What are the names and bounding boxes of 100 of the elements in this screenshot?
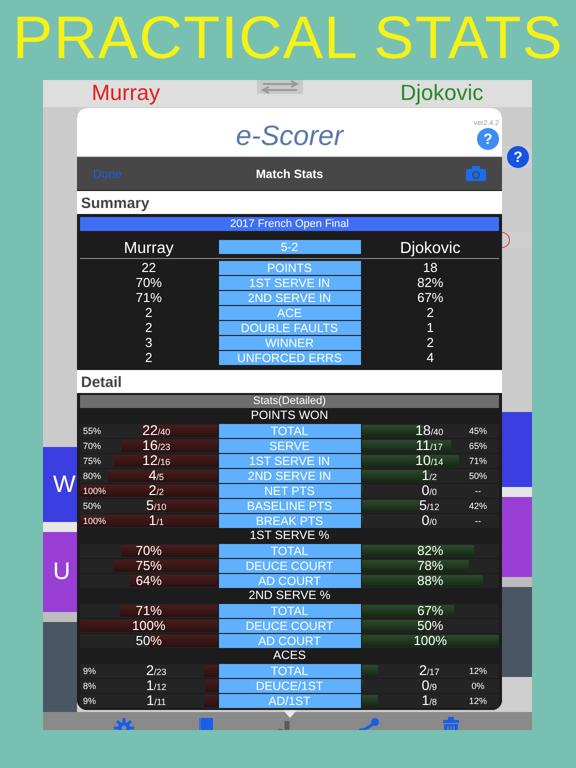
percent-text: 8% — [82, 680, 98, 690]
percent-text: 100% — [82, 516, 108, 526]
group-title: 2ND SERVE % — [248, 588, 332, 603]
stat-value: 67% — [416, 290, 444, 305]
stat-label: AD COURT — [218, 634, 360, 648]
stat-label: DEUCE COURT — [218, 558, 360, 572]
score-fraction: 0/0 — [420, 512, 438, 530]
percent-value: 50% — [134, 633, 163, 648]
stat-label: TOTAL — [218, 424, 360, 438]
camera-icon[interactable] — [466, 166, 486, 181]
popover-pointer — [283, 710, 297, 718]
player-name: Djokovic — [399, 240, 462, 258]
player-name: Murray — [122, 240, 175, 258]
percent-value: 82% — [416, 543, 444, 558]
headline: PRACTICAL STATS — [12, 3, 564, 73]
group-title: 1ST SERVE % — [248, 528, 330, 543]
percent-text: 45% — [468, 426, 488, 436]
score-fraction: 10/14 — [414, 452, 444, 470]
stat-label: TOTAL — [218, 604, 360, 618]
score-fraction: 16/23 — [141, 436, 172, 454]
score-fraction: 2/17 — [418, 662, 440, 680]
stat-value: 18 — [422, 260, 438, 275]
group-title: POINTS WON — [250, 408, 330, 423]
player-name: Djokovic — [400, 80, 484, 106]
done-button[interactable]: Done — [93, 166, 153, 180]
stat-label: 1ST SERVE IN — [218, 454, 360, 468]
section-header: Detail — [77, 370, 502, 393]
percent-value: 88% — [416, 573, 444, 588]
stat-label: TOTAL — [218, 664, 360, 678]
score-fraction: 2/23 — [145, 662, 168, 680]
percent-value: 100% — [131, 618, 166, 633]
percent-text: 9% — [82, 696, 98, 706]
score-fraction: 5/12 — [418, 496, 440, 514]
percent-value: 64% — [134, 573, 163, 588]
stat-value: 4 — [426, 350, 435, 365]
score-fraction: 4/5 — [148, 466, 165, 484]
percent-value: 67% — [416, 603, 444, 618]
stat-label: BASELINE PTS — [218, 498, 360, 512]
section-header: Summary — [77, 191, 502, 214]
score-fraction: 1/8 — [420, 692, 438, 710]
stat-label: UNFORCED ERRS — [218, 350, 360, 364]
score-fraction: 0/0 — [420, 482, 438, 500]
stat-value: 2 — [144, 350, 154, 365]
band-letter: U — [53, 558, 70, 586]
side-panel — [43, 522, 77, 532]
table-banner: Stats(Detailed) — [80, 395, 499, 408]
percent-text: -- — [474, 486, 482, 496]
score-fraction: 1/11 — [145, 692, 168, 710]
stat-label: POINTS — [218, 260, 360, 274]
percent-text: 9% — [82, 666, 98, 676]
stat-value: 82% — [416, 275, 444, 290]
score-fraction: 1/2 — [420, 466, 438, 484]
stat-label: DEUCE COURT — [218, 618, 360, 632]
percent-text: 80% — [82, 470, 102, 480]
stat-value: 71% — [134, 290, 163, 305]
stat-value: 1 — [426, 320, 435, 335]
stat-label: AD COURT — [218, 574, 360, 588]
stat-value: 2 — [144, 320, 154, 335]
percent-value: 71% — [134, 603, 163, 618]
stat-value: 2 — [426, 335, 435, 350]
stat-label: AD/1ST — [218, 694, 360, 708]
side-panel — [502, 487, 532, 497]
stat-value: 22 — [140, 260, 157, 275]
percent-text: 12% — [468, 696, 488, 706]
stat-label: DEUCE/1ST — [218, 678, 360, 692]
score-fraction: 2/2 — [148, 482, 165, 500]
percent-value: 75% — [134, 558, 163, 573]
score-fraction: 18/40 — [414, 422, 444, 440]
score-fraction: 1/1 — [148, 512, 165, 530]
score-fraction: 5/10 — [145, 496, 168, 514]
stat-label: ACE — [218, 306, 360, 320]
help-button[interactable]: ? — [477, 128, 499, 150]
percent-text: 71% — [468, 456, 488, 466]
percent-text: 50% — [82, 500, 102, 510]
percent-value: 78% — [416, 558, 444, 573]
percent-value: 70% — [134, 543, 163, 558]
group-title: ACES — [272, 648, 307, 663]
stat-label: 1ST SERVE IN — [218, 276, 360, 290]
percent-text: -- — [474, 516, 482, 526]
player-name: Murray — [92, 80, 160, 106]
score-fraction: 11/17 — [414, 436, 444, 454]
stat-value: 3 — [144, 335, 154, 350]
match-banner: 2017 French Open Final — [80, 217, 499, 231]
percent-text: 65% — [468, 440, 488, 450]
help-button[interactable]: ? — [507, 146, 529, 168]
stat-label: WINNER — [218, 336, 360, 350]
score-fraction: 1/12 — [145, 676, 168, 694]
score-fraction: 22/40 — [141, 422, 172, 440]
swap-icon[interactable] — [257, 80, 304, 94]
score-fraction: 0/9 — [420, 676, 438, 694]
app-title: e-Scorer — [236, 120, 344, 153]
stat-label: 2ND SERVE IN — [218, 468, 360, 482]
band-letter: W — [53, 470, 76, 498]
percent-text: 12% — [468, 666, 488, 676]
percent-text: 50% — [468, 470, 488, 480]
score-label: 5-2 — [218, 240, 360, 254]
percent-value: 50% — [416, 618, 444, 633]
nav-title: Match Stats — [256, 166, 324, 180]
percent-value: 100% — [412, 633, 448, 648]
stat-label: DOUBLE FAULTS — [218, 320, 360, 334]
